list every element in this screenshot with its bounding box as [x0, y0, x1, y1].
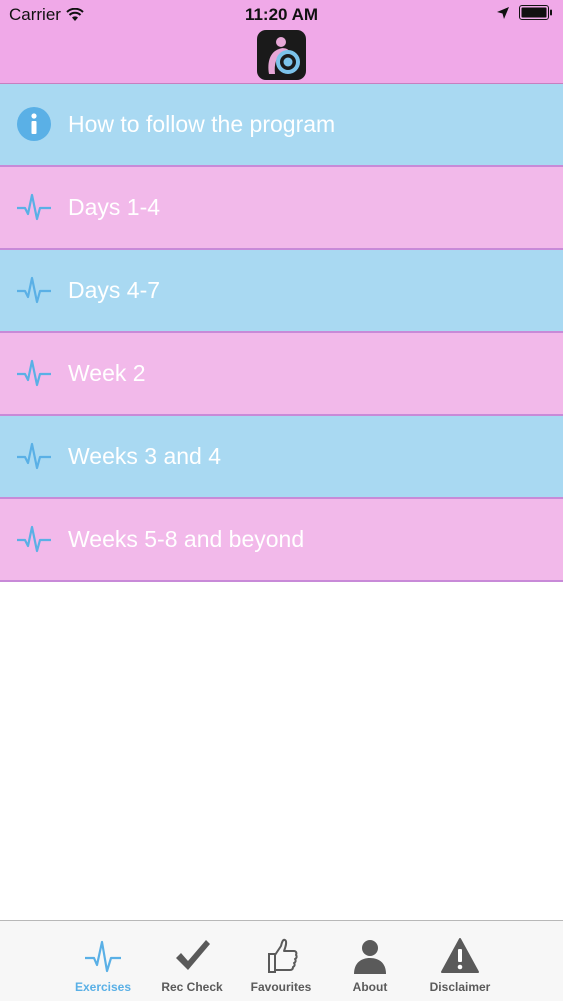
location-arrow-icon: [497, 6, 509, 19]
tab-exercises[interactable]: Exercises: [58, 921, 148, 1001]
person-icon: [354, 940, 386, 974]
thumbs-up-icon: [268, 938, 298, 973]
menu-item-label: Week 2: [68, 360, 146, 386]
tab-label: Favourites: [250, 980, 312, 994]
tab-label: Disclaimer: [429, 980, 491, 994]
heartbeat-icon: [17, 442, 51, 470]
program-menu-list: How to follow the program Days 1-4 Days …: [0, 84, 563, 582]
tab-label: Rec Check: [161, 980, 223, 994]
menu-item-label: Weeks 3 and 4: [68, 443, 222, 469]
heartbeat-icon: [85, 940, 121, 973]
menu-item-label: Weeks 5-8 and beyond: [68, 526, 305, 552]
heartbeat-icon: [17, 525, 51, 553]
tab-label: About: [352, 980, 388, 994]
heartbeat-icon: [17, 276, 51, 304]
status-right-icons: [497, 5, 553, 20]
bottom-tab-bar: Exercises Rec Check Favourites About Dis…: [0, 920, 563, 1001]
tab-rec-check[interactable]: Rec Check: [147, 921, 237, 1001]
menu-item-label: Days 4-7: [68, 277, 161, 303]
status-bar: Carrier 11:20 AM: [0, 0, 563, 28]
menu-item-days-1-4[interactable]: Days 1-4: [0, 167, 563, 250]
app-header: [0, 28, 563, 84]
checkmark-icon: [176, 940, 210, 970]
menu-item-label: How to follow the program: [68, 111, 336, 137]
status-time: 11:20 AM: [244, 5, 319, 24]
tab-about[interactable]: About: [325, 921, 415, 1001]
app-logo: [257, 30, 306, 80]
battery-icon: [519, 5, 552, 20]
heartbeat-icon: [17, 193, 51, 221]
menu-item-how-to-follow[interactable]: How to follow the program: [0, 84, 563, 167]
heartbeat-icon: [17, 359, 51, 387]
menu-item-weeks-5-8[interactable]: Weeks 5-8 and beyond: [0, 499, 563, 582]
info-icon: [17, 107, 51, 141]
tab-label: Exercises: [74, 980, 132, 994]
menu-item-days-4-7[interactable]: Days 4-7: [0, 250, 563, 333]
menu-item-weeks-3-4[interactable]: Weeks 3 and 4: [0, 416, 563, 499]
tab-disclaimer[interactable]: Disclaimer: [415, 921, 505, 1001]
warning-icon: [441, 938, 479, 973]
menu-item-week-2[interactable]: Week 2: [0, 333, 563, 416]
tab-favourites[interactable]: Favourites: [236, 921, 326, 1001]
menu-item-label: Days 1-4: [68, 194, 161, 220]
